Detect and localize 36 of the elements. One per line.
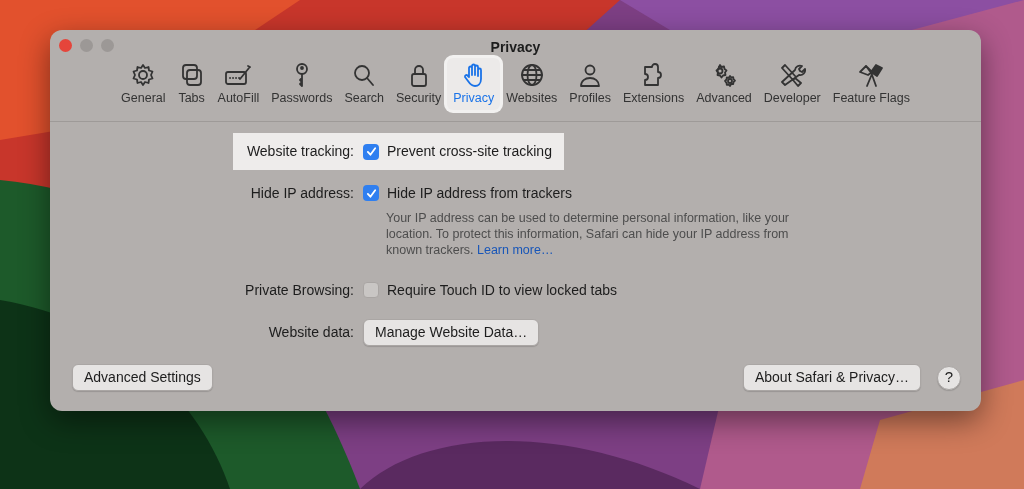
checkbox[interactable] [363,143,379,160]
setting-label: Hide IP address: [249,183,355,203]
toolbar-tab[interactable]: Advanced [690,58,758,110]
toolbar-tab[interactable]: Developer [757,58,827,110]
window-title: Privacy [490,39,541,55]
close-button[interactable] [59,39,72,52]
toolbar-tab[interactable]: AutoFill [211,58,266,110]
keyboard-pen-icon [224,62,253,88]
manage-data-button[interactable]: Manage Website Data… [363,318,540,346]
toolbar-tab[interactable]: Search [338,58,390,110]
setting-label: Private Browsing: [244,280,355,300]
description-text: Your IP address can be used to determine personal information, like your location. To protect this information, Safari can hide your IP address from known trackers. Learn more… [386,210,790,258]
toolbar-tab[interactable]: Privacy [447,58,501,110]
tools-icon [778,62,807,88]
checkbox-label: Prevent cross-site tracking [387,142,552,161]
flags-icon [857,62,886,88]
setting-label: Website data: [267,322,355,342]
toolbar-tab[interactable]: Extensions [617,58,691,110]
toolbar-tab[interactable]: Passwords [265,58,339,110]
about-button[interactable]: About Safari & Privacy… [742,364,921,391]
toolbar-tab[interactable]: General [115,58,172,110]
checkbox-label: Hide IP address from trackers [387,183,572,203]
help-button[interactable]: ? [937,365,961,390]
toolbar-tab[interactable]: Websites [500,58,564,110]
checkbox-label: Require Touch ID to view locked tabs [387,280,618,300]
toolbar-tab[interactable]: Feature Flags [826,58,916,110]
checkbox[interactable] [363,185,379,201]
toolbar-tab[interactable]: Profiles [563,58,618,110]
checkmark-icon [365,187,377,199]
checkmark-icon [365,146,377,157]
advanced-settings-button[interactable]: Advanced Settings [72,364,213,391]
toolbar-tab[interactable]: Security [390,58,448,110]
toolbar-tab[interactable]: Tabs [171,58,212,110]
setting-label: Website tracking: [245,142,355,161]
learn-more-link[interactable]: Learn more… [477,243,554,257]
checkbox[interactable] [363,282,379,298]
